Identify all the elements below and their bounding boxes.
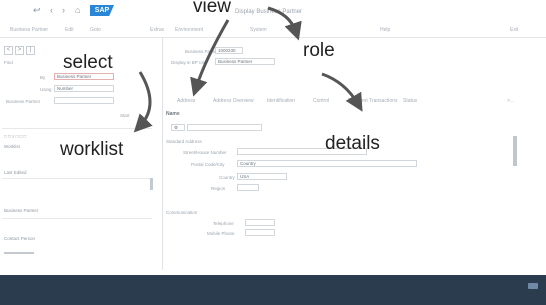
annotation-role: role — [303, 40, 335, 61]
subsection-title: Standard Address — [166, 139, 202, 144]
worklist-toolbar[interactable]: □ □ ▿ □ □ □ — [4, 134, 26, 140]
sap-screen: ↩ ‹ › ⌂ SAP Display Business Partner Bus… — [0, 0, 546, 305]
menu-exit[interactable]: Exit — [510, 27, 518, 33]
vertical-scrollbar[interactable] — [513, 136, 517, 166]
role-label: Display in BP role — [171, 60, 207, 65]
menu-system[interactable]: System — [250, 27, 267, 33]
nav-forward-button[interactable]: > — [15, 46, 24, 55]
worklist-label: Worklist — [4, 144, 20, 149]
list-item[interactable]: Business Partner — [4, 208, 38, 213]
nav-back-button[interactable]: < — [4, 46, 13, 55]
previous-icon[interactable]: ‹ — [50, 6, 53, 15]
role-select[interactable]: Business Partner — [215, 58, 275, 65]
annotation-view: view — [193, 0, 232, 17]
postal-label: Postal Code/City — [191, 162, 225, 167]
status-bar — [0, 275, 546, 305]
postal-input[interactable]: Country — [237, 160, 417, 167]
using-label: Using — [40, 87, 52, 92]
tab-more-icon[interactable]: >... — [507, 98, 514, 104]
bp-number-label: Business Partner — [6, 99, 41, 104]
divider — [2, 178, 152, 179]
tab-status[interactable]: Status — [403, 98, 417, 104]
by-select[interactable]: Business Partner — [54, 73, 114, 80]
street-label: Street/House Number — [183, 150, 227, 155]
tab-payment-transactions[interactable]: Payment Transactions — [348, 98, 397, 104]
find-label: Find — [4, 60, 13, 65]
telephone-label: Telephone — [213, 221, 234, 226]
region-input[interactable] — [237, 184, 259, 191]
status-button[interactable] — [528, 283, 538, 289]
mobile-label: Mobile Phone — [207, 231, 235, 236]
forward-icon[interactable]: › — [62, 6, 65, 15]
telephone-input[interactable] — [245, 219, 275, 226]
tab-identification[interactable]: Identification — [267, 98, 295, 104]
region-label: Region — [211, 186, 226, 191]
divider — [2, 128, 152, 129]
worklist-hscrollbar[interactable] — [4, 252, 34, 254]
communication-title: Communication — [166, 210, 198, 215]
list-item[interactable]: Last Edited — [4, 170, 27, 175]
menu-business-partner[interactable]: Business Partner — [10, 27, 48, 33]
country-label: Country — [219, 175, 235, 180]
bp-number-input[interactable] — [54, 97, 114, 104]
divider — [2, 218, 152, 219]
title-bar: ↩ ‹ › ⌂ SAP Display Business Partner — [0, 0, 546, 20]
home-icon[interactable]: ⌂ — [75, 6, 80, 15]
menu-goto[interactable]: Goto — [90, 27, 101, 33]
back-icon[interactable]: ↩ — [33, 6, 41, 15]
menu-bar: Business Partner Edit Goto Extras Enviro… — [0, 20, 546, 38]
annotation-details: details — [325, 133, 380, 154]
tab-address[interactable]: Address — [177, 98, 195, 104]
settings-icon[interactable]: ⚙ — [171, 124, 185, 131]
country-input[interactable]: USA — [237, 173, 287, 180]
menu-help[interactable]: Help — [380, 27, 390, 33]
menu-edit[interactable]: Edit — [65, 27, 74, 33]
list-item[interactable]: Contact Person — [4, 236, 35, 241]
name-input[interactable] — [187, 124, 262, 131]
annotation-worklist: worklist — [60, 139, 124, 160]
start-button[interactable]: Start — [120, 113, 130, 118]
app-title: Display Business Partner — [235, 9, 303, 15]
sap-logo: SAP — [90, 5, 114, 16]
section-title: Name — [166, 111, 180, 117]
using-select[interactable]: Number — [54, 85, 114, 92]
worklist-scrollbar[interactable] — [150, 178, 153, 190]
mobile-input[interactable] — [245, 229, 275, 236]
tab-address-overview[interactable]: Address Overview — [213, 98, 254, 104]
tab-control[interactable]: Control — [313, 98, 329, 104]
bp-value[interactable]: 1000230 — [215, 47, 243, 54]
nav-divider-button[interactable]: | — [26, 46, 35, 55]
by-label: By — [40, 75, 46, 80]
annotation-select: select — [63, 52, 113, 73]
menu-extras[interactable]: Extras — [150, 27, 164, 33]
menu-environment[interactable]: Environment — [175, 27, 203, 33]
